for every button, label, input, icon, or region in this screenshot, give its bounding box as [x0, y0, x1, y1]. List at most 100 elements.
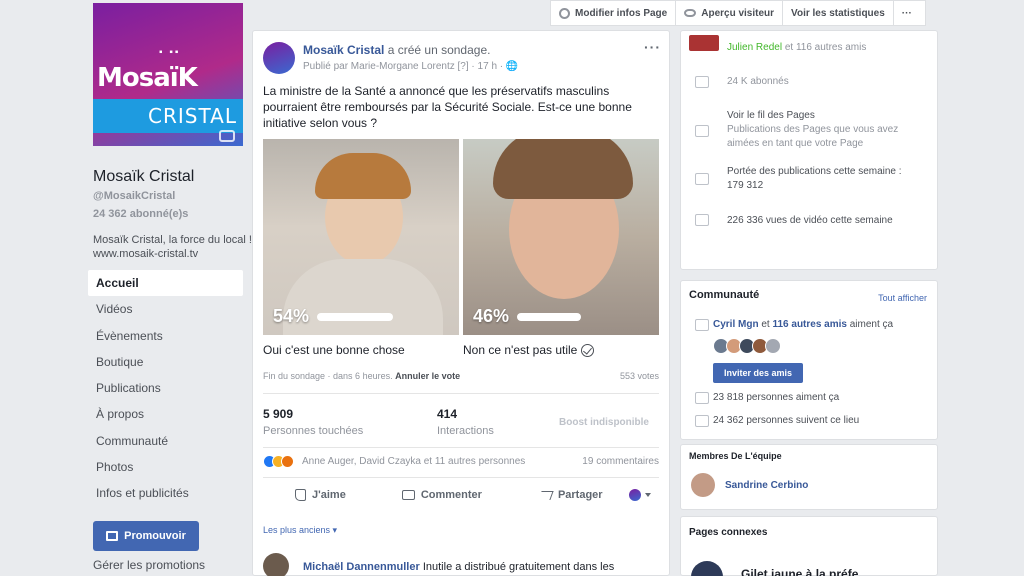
post-time[interactable]: 17 h	[478, 61, 497, 72]
page-cover-logo[interactable]: ▪ ▪▪ MosaïK CRISTAL	[93, 3, 243, 146]
friends-like-line: Cyril Mgn et 116 autres amis aiment ça	[713, 318, 893, 332]
more-options-button[interactable]: ···	[894, 1, 920, 25]
poll-end-text: Fin du sondage · dans 6 heures.	[263, 371, 393, 381]
divider	[263, 477, 659, 478]
avatar[interactable]	[765, 338, 781, 354]
reach-label: Personnes touchées	[263, 425, 364, 437]
view-stats-button[interactable]: Voir les statistiques	[783, 1, 894, 25]
friend-like-line: Julien Redel et 116 autres amis	[727, 41, 866, 55]
share-icon	[538, 490, 554, 500]
friend-rest: et 116 autres amis	[784, 42, 867, 53]
help-link[interactable]: [?]	[458, 61, 469, 72]
nav-item-evenements[interactable]: Évènements	[88, 323, 243, 349]
poll-option-2-image[interactable]: 46%	[463, 139, 659, 335]
hair	[493, 139, 633, 199]
logo-mosaik-text: MosaïK	[97, 63, 198, 93]
eye-icon	[684, 9, 697, 17]
published-by: Publié par Marie-Morgane Lorentz	[303, 61, 455, 72]
page-handle[interactable]: @MosaikCristal	[93, 190, 175, 202]
nav-item-publications[interactable]: Publications	[88, 375, 243, 401]
share-button[interactable]: Partager	[538, 489, 603, 501]
poll-option-1-label[interactable]: Oui c'est une bonne chose	[263, 343, 405, 357]
community-title[interactable]: Communauté	[689, 289, 759, 301]
like-label: J'aime	[312, 489, 346, 501]
see-all-link[interactable]: Tout afficher	[878, 293, 927, 303]
friends-icon	[695, 319, 709, 331]
view-as-visitor-label: Aperçu visiteur	[701, 7, 775, 19]
nav-item-videos[interactable]: Vidéos	[88, 296, 243, 322]
reach-number: 179 312	[727, 180, 764, 191]
edit-page-info-button[interactable]: Modifier infos Page	[551, 1, 677, 25]
related-page-name[interactable]: Gilet jaune à la préfe…	[741, 567, 870, 576]
chevron-down-icon[interactable]	[645, 493, 651, 497]
promote-button[interactable]: Promouvoir	[93, 521, 199, 551]
nav-item-boutique[interactable]: Boutique	[88, 349, 243, 375]
team-card: Membres De L'équipe Sandrine Cerbino	[680, 444, 938, 510]
view-as-visitor-button[interactable]: Aperçu visiteur	[676, 1, 784, 25]
poll-option-2-label: Non ce n'est pas utile	[463, 343, 578, 357]
follows-count: 24 362 personnes suivent ce lieu	[713, 415, 860, 426]
megaphone-icon	[106, 531, 119, 541]
poll-post: Mosaïk Cristal a créé un sondage. Publié…	[252, 30, 670, 576]
poll-option-1-percent: 54%	[273, 306, 310, 326]
post-text: La ministre de la Santé a annoncé que le…	[263, 84, 632, 130]
gear-icon	[559, 7, 570, 19]
share-label: Partager	[557, 489, 603, 501]
logo-cristal-text: CRISTAL	[148, 104, 237, 128]
community-card: Communauté Tout afficher Cyril Mgn et 11…	[680, 280, 938, 440]
weekly-reach[interactable]: Portée des publications cette semaine : …	[727, 165, 927, 193]
nav-item-infos-publicites[interactable]: Infos et publicités	[88, 480, 243, 506]
thumbs-up-icon	[695, 392, 709, 404]
divider	[263, 393, 659, 394]
friend-b[interactable]: 116 autres amis	[772, 319, 847, 330]
comment: Michaël Dannenmuller Inutile a distribué…	[303, 561, 614, 573]
poll-votes[interactable]: 553 votes	[620, 371, 659, 381]
acting-as-avatar[interactable]	[629, 489, 641, 501]
undo-vote-link[interactable]: Annuler le vote	[395, 371, 460, 381]
nav-item-accueil[interactable]: Accueil	[88, 270, 243, 297]
camera-icon[interactable]	[219, 130, 235, 142]
video-views[interactable]: 226 336 vues de vidéo cette semaine	[727, 214, 893, 228]
pages-feed[interactable]: Voir le fil des Pages Publications des P…	[727, 109, 927, 151]
reach-stat[interactable]: 5 909 Personnes touchées	[263, 407, 363, 437]
friend-thumbnail[interactable]	[689, 35, 719, 51]
poll-option-2[interactable]: Non ce n'est pas utile	[463, 343, 595, 357]
page-action-bar: Modifier infos Page Aperçu visiteur Voir…	[550, 0, 926, 26]
commenter-avatar[interactable]	[263, 553, 289, 576]
comment-button[interactable]: Commenter	[401, 489, 482, 501]
angry-reaction-icon	[281, 455, 294, 468]
friend-avatars	[713, 338, 781, 354]
page-title: Mosaïk Cristal	[93, 168, 195, 185]
reactions-summary[interactable]: Anne Auger, David Czayka et 11 autres pe…	[263, 455, 525, 468]
related-page-avatar[interactable]	[691, 561, 723, 576]
nav-item-a-propos[interactable]: À propos	[88, 401, 243, 427]
poll-option-2-result: 46%	[473, 306, 582, 327]
reach-title: Portée des publications cette semaine :	[727, 166, 902, 177]
divider	[263, 447, 659, 448]
member-name[interactable]: Sandrine Cerbino	[725, 480, 808, 491]
reactions-text: Anne Auger, David Czayka et 11 autres pe…	[302, 456, 526, 467]
comments-count[interactable]: 19 commentaires	[582, 456, 659, 467]
manage-promotions-link[interactable]: Gérer les promotions	[93, 558, 205, 572]
related-title: Pages connexes	[689, 527, 768, 538]
post-options-icon[interactable]: ···	[644, 39, 661, 55]
invite-friends-button[interactable]: Inviter des amis	[713, 363, 803, 383]
post-actions: J'aime Commenter Partager	[263, 483, 659, 507]
comment-sort-dropdown[interactable]: Les plus anciens ▾	[263, 525, 337, 536]
friend-a[interactable]: Cyril Mgn	[713, 319, 759, 330]
interactions-label: Interactions	[437, 425, 494, 437]
nav-item-photos[interactable]: Photos	[88, 454, 243, 480]
interactions-stat[interactable]: 414 Interactions	[437, 407, 494, 437]
poll-option-2-bar	[517, 312, 582, 321]
member-avatar[interactable]	[691, 473, 715, 497]
post-author[interactable]: Mosaïk Cristal	[303, 43, 384, 57]
poll-end-info: Fin du sondage · dans 6 heures. Annuler …	[263, 371, 460, 381]
feed-title: Voir le fil des Pages	[727, 110, 815, 121]
post-author-avatar[interactable]	[263, 42, 295, 74]
friend-name[interactable]: Julien Redel	[727, 42, 782, 53]
poll-option-1-image[interactable]: 54%	[263, 139, 459, 335]
like-button[interactable]: J'aime	[295, 489, 346, 501]
comment-author[interactable]: Michaël Dannenmuller	[303, 561, 420, 573]
nav-item-communaute[interactable]: Communauté	[88, 428, 243, 454]
comment-icon	[401, 490, 415, 500]
